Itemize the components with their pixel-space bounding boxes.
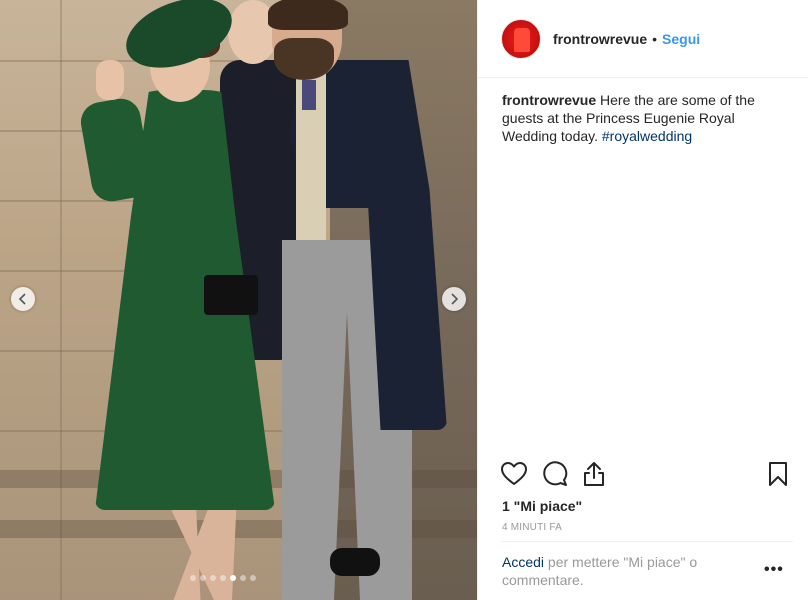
- comment-icon: [543, 461, 568, 486]
- hashtag-link[interactable]: #royalwedding: [602, 128, 692, 144]
- guest-figure: [77, 95, 155, 205]
- post-header: frontrowrevue • Segui: [478, 0, 808, 78]
- carousel-prev-button[interactable]: [11, 287, 35, 311]
- chevron-left-icon: [18, 293, 26, 305]
- post-details-panel: frontrowrevue • Segui frontrowrevue Here…: [477, 0, 808, 600]
- like-count[interactable]: 1 "Mi piace": [502, 498, 582, 514]
- save-button[interactable]: [764, 460, 792, 488]
- carousel-dot: [200, 575, 206, 581]
- login-link[interactable]: Accedi: [502, 554, 544, 570]
- avatar-logo: [514, 27, 530, 52]
- follow-button[interactable]: Segui: [662, 31, 700, 47]
- bookmark-icon: [769, 462, 787, 486]
- post-photo[interactable]: [0, 0, 477, 600]
- share-button[interactable]: [580, 460, 608, 488]
- carousel-dot: [240, 575, 246, 581]
- carousel-dot: [220, 575, 226, 581]
- share-icon: [584, 462, 604, 486]
- post-timestamp: 4 minuti fa: [502, 522, 562, 533]
- chevron-right-icon: [451, 293, 459, 305]
- carousel-dot: [250, 575, 256, 581]
- avatar[interactable]: [501, 18, 541, 59]
- guest-figure: [274, 38, 334, 80]
- carousel-dot: [210, 575, 216, 581]
- carousel-indicator: [190, 575, 256, 581]
- guest-figure: [204, 275, 258, 315]
- guest-figure: [302, 80, 316, 110]
- guest-figure: [330, 548, 380, 576]
- heart-icon: [501, 462, 527, 485]
- login-prompt: Accedi per mettere "Mi piace" o commenta…: [502, 553, 742, 589]
- carousel-next-button[interactable]: [442, 287, 466, 311]
- caption-username[interactable]: frontrowrevue: [502, 92, 596, 108]
- comment-button[interactable]: [540, 460, 568, 488]
- guest-figure: [268, 0, 348, 30]
- more-options-button[interactable]: •••: [764, 561, 784, 579]
- separator-dot: •: [652, 30, 658, 47]
- carousel-dot: [190, 575, 196, 581]
- carousel-dot: [230, 575, 236, 581]
- action-bar: [500, 460, 792, 492]
- username-link[interactable]: frontrowrevue: [553, 31, 647, 47]
- wall-joint: [60, 0, 62, 600]
- post-caption: frontrowrevue Here the are some of the g…: [502, 91, 792, 145]
- guest-figure: [96, 60, 124, 100]
- divider: [501, 541, 793, 542]
- like-button[interactable]: [500, 460, 528, 488]
